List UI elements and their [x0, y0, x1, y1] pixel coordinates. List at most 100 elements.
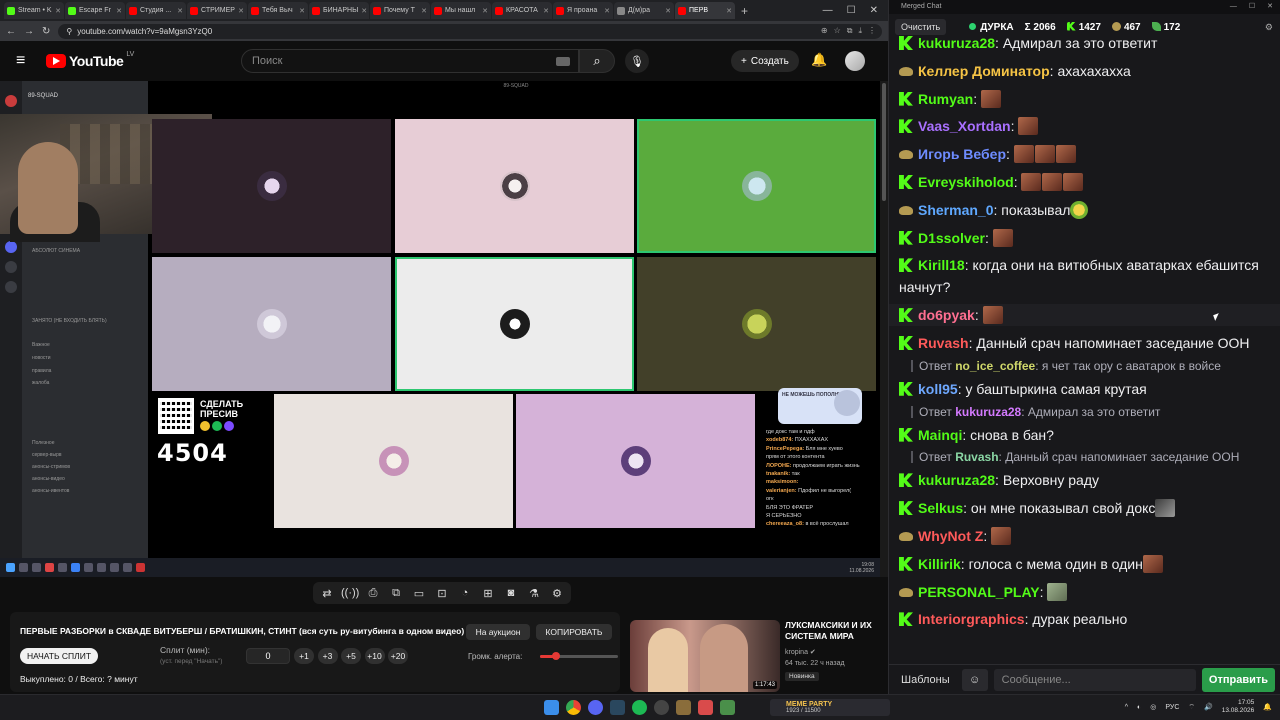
chat-username[interactable]: Vaas_Xortdan	[918, 118, 1011, 134]
maximize-icon[interactable]: ☐	[1249, 0, 1255, 14]
chat-username[interactable]: kukuruza28	[918, 472, 995, 488]
taskbar-media-widget[interactable]: MEME PARTY 1923 / 11500	[770, 699, 890, 716]
create-button[interactable]: + Создать	[731, 50, 799, 72]
keyboard-icon[interactable]	[556, 56, 570, 66]
tab-close-icon[interactable]: ✕	[543, 7, 549, 15]
screenshot-icon[interactable]: ⎙	[364, 587, 382, 600]
chat-message[interactable]: kukuruza28: Адмирал за это ответит	[899, 32, 1271, 54]
close-icon[interactable]: ✕	[870, 5, 878, 16]
clip-icon[interactable]: ⧉	[387, 587, 405, 600]
tab-close-icon[interactable]: ✕	[238, 7, 244, 15]
bookmark-icon[interactable]: ☆	[834, 26, 841, 36]
tab-close-icon[interactable]: ✕	[482, 7, 488, 15]
chat-username[interactable]: WhyNot Z	[918, 528, 983, 544]
chat-username[interactable]: Ruvash	[918, 335, 969, 351]
emoji-button[interactable]: ☺	[961, 668, 988, 691]
chat-username[interactable]: Selkus	[918, 500, 963, 516]
browser-tab[interactable]: ПЕРВ ✕	[675, 2, 735, 19]
discord-icon[interactable]	[588, 700, 603, 715]
tab-close-icon[interactable]: ✕	[116, 7, 122, 15]
tab-close-icon[interactable]: ✕	[55, 7, 61, 15]
add-icon[interactable]: ⊞	[479, 587, 497, 600]
file-explorer-icon[interactable]	[676, 700, 691, 715]
menu-icon[interactable]: ⋮	[868, 26, 876, 36]
extension-icon[interactable]: ⧉	[847, 26, 853, 36]
frame-icon[interactable]: ▭	[410, 587, 428, 600]
chat-message[interactable]: do6pyak:	[889, 304, 1280, 327]
tray-app-icon[interactable]: ◐	[1137, 704, 1141, 711]
tab-close-icon[interactable]: ✕	[726, 7, 732, 15]
chat-username[interactable]: Evreyskiholod	[918, 174, 1014, 190]
chat-username[interactable]: D1ssolver	[918, 230, 985, 246]
close-icon[interactable]: ✕	[1267, 0, 1273, 14]
chat-message[interactable]: Killirik: голоса с мема один в один	[899, 553, 1271, 575]
chat-username[interactable]: Rumyan	[918, 91, 973, 107]
browser-tab[interactable]: КРАСОТА ✕	[492, 2, 552, 19]
chat-username[interactable]: Келлер Доминатор	[918, 63, 1050, 79]
start-split-button[interactable]: НАЧАТЬ СПЛИТ	[20, 648, 98, 664]
url-field[interactable]: ⚲ youtube.com/watch?v=9aMgsn3YzQ0 ⊕ ☆ ⧉ …	[58, 23, 882, 39]
chat-message[interactable]: kukuruza28: Верховну раду	[899, 469, 1271, 491]
video-player[interactable]: 89-SQUAD СТРИМЕРСКАЯ 2СТРИМЕРСКАЯ 3СТРИМ…	[0, 81, 880, 577]
auction-button[interactable]: На аукцион	[466, 624, 530, 640]
alert-volume-knob[interactable]	[551, 652, 560, 660]
camera-icon[interactable]: ◙	[502, 587, 520, 599]
recommended-thumbnail[interactable]: 1:17:43	[630, 620, 780, 692]
chat-message[interactable]: Interiorgraphics: дурак реально	[899, 608, 1271, 630]
browser-tab[interactable]: Мы нашл ✕	[431, 2, 491, 19]
chat-message[interactable]: PERSONAL_PLAY:	[899, 581, 1271, 603]
minimize-icon[interactable]: —	[1230, 0, 1237, 14]
browser-tab[interactable]: Stream • K ✕	[4, 2, 64, 19]
browser-tab[interactable]: БИНАРНЫ ✕	[309, 2, 369, 19]
split-increment-button[interactable]: +5	[341, 648, 361, 664]
search-button[interactable]: ⌕	[579, 49, 615, 73]
split-increment-button[interactable]: +3	[317, 648, 338, 664]
youtube-logo[interactable]: YouTube LV	[46, 51, 134, 69]
chat-message[interactable]: Evreyskiholod:	[899, 171, 1271, 193]
settings-gear-icon[interactable]: ⚙	[1265, 22, 1273, 33]
spotify-icon[interactable]	[632, 700, 647, 715]
chat-message[interactable]: Келлер Доминатор: ахахахахха	[899, 60, 1271, 82]
chat-message[interactable]: Игорь Вебер:	[899, 143, 1271, 165]
chat-username[interactable]: Игорь Вебер	[918, 146, 1006, 162]
split-minutes-input[interactable]: 0	[246, 648, 290, 664]
voice-search-button[interactable]: 🎙	[625, 49, 649, 73]
download-icon[interactable]: ⤓	[858, 26, 862, 36]
new-tab-button[interactable]: +	[736, 4, 753, 18]
split-increment-button[interactable]: +1	[294, 648, 314, 664]
split-increment-button[interactable]: +10	[364, 648, 385, 664]
steam-icon[interactable]	[610, 700, 625, 715]
browser-tab[interactable]: СТРИМЕР ✕	[187, 2, 247, 19]
loop-icon[interactable]: ⇄	[318, 587, 336, 600]
templates-button[interactable]: Шаблоны	[895, 670, 956, 690]
tab-close-icon[interactable]: ✕	[604, 7, 610, 15]
back-icon[interactable]: ←	[6, 26, 16, 37]
notifications-icon[interactable]: 🔔	[1263, 703, 1272, 711]
avatar[interactable]	[845, 51, 865, 71]
chat-username[interactable]: do6pyak	[918, 307, 975, 323]
chat-message[interactable]: WhyNot Z:	[899, 525, 1271, 547]
browser-tab[interactable]: Escape Fr ✕	[65, 2, 125, 19]
flask-icon[interactable]: ⚗	[525, 587, 543, 600]
minimize-icon[interactable]: —	[823, 5, 833, 16]
search-input[interactable]: Поиск	[241, 49, 579, 73]
browser-tab[interactable]: Тебя Выч ✕	[248, 2, 308, 19]
chat-username[interactable]: kukuruza28	[918, 35, 995, 51]
chat-message[interactable]: Mainqi: снова в бан?	[899, 424, 1271, 446]
recommended-title[interactable]: ЛУКСМАКСИКИ И ИХ СИСТЕМА МИРА	[785, 620, 880, 642]
network-icon[interactable]: ⌔	[1188, 703, 1195, 712]
broadcast-icon[interactable]: ((·))	[341, 587, 359, 599]
zoom-icon[interactable]: ⊕	[821, 26, 828, 36]
chat-username[interactable]: koll95	[918, 381, 958, 397]
chat-username[interactable]: PERSONAL_PLAY	[918, 584, 1040, 600]
browser-tab[interactable]: Я проана ✕	[553, 2, 613, 19]
settings-icon[interactable]: ⚙	[548, 587, 566, 600]
speed-icon[interactable]: ◔	[456, 587, 474, 599]
browser-tab[interactable]: Д(м)ра ✕	[614, 2, 674, 19]
chat-username[interactable]: Sherman_0	[918, 202, 993, 218]
message-input[interactable]: Сообщение...	[993, 668, 1196, 691]
tab-close-icon[interactable]: ✕	[177, 7, 183, 15]
chat-message[interactable]: D1ssolver:	[899, 227, 1271, 249]
split-increment-button[interactable]: +20	[388, 648, 408, 664]
chat-username[interactable]: Interiorgraphics	[918, 611, 1025, 627]
